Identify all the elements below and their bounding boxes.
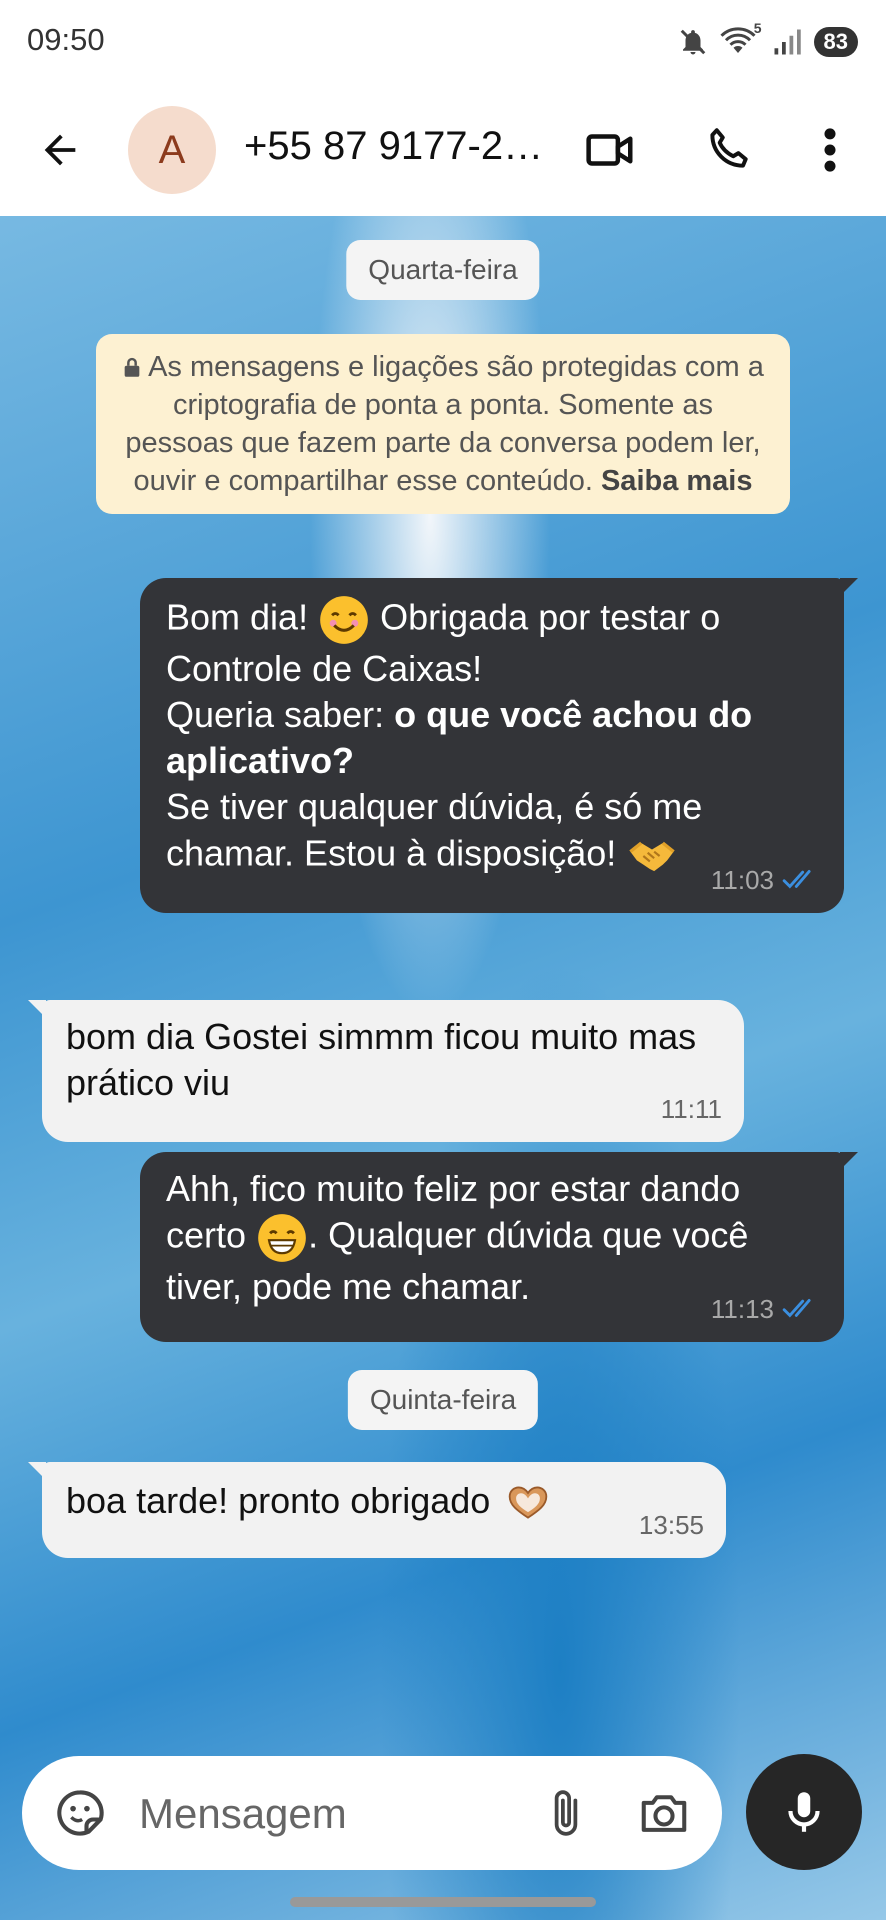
lock-icon xyxy=(124,357,140,377)
voice-call-button[interactable] xyxy=(696,118,760,182)
message-text: bom dia Gostei simmm ficou muito mas prá… xyxy=(66,1016,697,1103)
video-call-button[interactable] xyxy=(578,118,642,182)
more-options-button[interactable] xyxy=(800,118,860,182)
message-meta: 13:55 xyxy=(639,1502,704,1548)
sticker-icon xyxy=(57,1790,104,1836)
learn-more-link[interactable]: Saiba mais xyxy=(601,465,753,497)
battery-indicator: 83 xyxy=(813,27,858,57)
message-meta: 11:11 xyxy=(661,1086,722,1132)
date-separator: Quinta-feira xyxy=(347,1370,539,1430)
message-text: boa tarde! pronto obrigado xyxy=(66,1478,700,1525)
signal-icon xyxy=(774,29,801,55)
handshake-emoji-icon xyxy=(629,841,675,872)
double-check-read-icon xyxy=(782,1299,811,1318)
microphone-icon xyxy=(788,1792,820,1832)
mute-icon xyxy=(680,29,705,55)
message-meta: 11:13 xyxy=(711,1286,822,1332)
incoming-message[interactable]: bom dia Gostei simmm ficou muito mas prá… xyxy=(28,1000,744,1142)
message-meta: 11:03 xyxy=(711,857,822,903)
chat-header: A +55 87 9177-2… xyxy=(0,84,886,216)
smiling-face-emoji-icon xyxy=(320,596,368,644)
arrow-left-icon xyxy=(44,134,76,166)
message-segment: Bom dia! xyxy=(166,596,309,638)
incoming-message[interactable]: boa tarde! pronto obrigado 13:55 xyxy=(28,1462,726,1558)
message-input[interactable] xyxy=(137,1784,501,1844)
heart-hands-emoji-icon xyxy=(509,1486,548,1520)
double-check-read-icon xyxy=(782,870,811,889)
avatar[interactable]: A xyxy=(128,106,216,194)
message-segment: Queria saber: xyxy=(166,694,385,735)
wifi-badge: 5 xyxy=(753,20,762,36)
message-segment: boa tarde! pronto obrigado xyxy=(66,1480,491,1521)
message-text: Bom dia! Obrigada por testar o Controle … xyxy=(166,594,816,882)
back-button[interactable] xyxy=(30,120,90,180)
contact-name[interactable]: +55 87 9177-2… xyxy=(244,124,544,169)
chat-area[interactable]: Quarta-feira As mensagens e ligações são… xyxy=(0,216,886,1920)
video-camera-icon xyxy=(586,134,633,166)
message-time: 11:11 xyxy=(660,1094,722,1124)
message-composer xyxy=(22,1756,722,1870)
wifi-icon: 5 xyxy=(719,20,762,58)
message-time: 11:03 xyxy=(710,865,774,895)
camera-icon xyxy=(641,1795,687,1832)
message-segment: Se tiver qualquer dúvida, é só me chamar… xyxy=(166,786,703,874)
camera-button[interactable] xyxy=(634,1783,694,1843)
home-indicator[interactable] xyxy=(290,1897,596,1907)
attach-button[interactable] xyxy=(536,1783,596,1843)
status-bar: 09:50 5 83 xyxy=(0,0,886,84)
outgoing-message[interactable]: Ahh, fico muito feliz por estar dando ce… xyxy=(140,1152,858,1342)
status-icons: 5 83 xyxy=(678,20,858,62)
voice-message-button[interactable] xyxy=(746,1754,862,1870)
message-segment: . Qualquer dúvida que você tiver, pode m… xyxy=(166,1214,749,1307)
message-time: 11:13 xyxy=(710,1294,774,1324)
outgoing-message[interactable]: Bom dia! Obrigada por testar o Controle … xyxy=(140,578,858,913)
paperclip-icon xyxy=(554,1790,578,1836)
kebab-menu-icon xyxy=(824,128,836,172)
grinning-face-emoji-icon xyxy=(258,1214,306,1262)
message-time: 13:55 xyxy=(638,1510,704,1540)
date-separator: Quarta-feira xyxy=(346,240,540,300)
phone-icon xyxy=(710,128,748,168)
status-time: 09:50 xyxy=(27,22,105,57)
encryption-notice[interactable]: As mensagens e ligações são protegidas c… xyxy=(96,334,790,514)
sticker-button[interactable] xyxy=(50,1783,110,1843)
